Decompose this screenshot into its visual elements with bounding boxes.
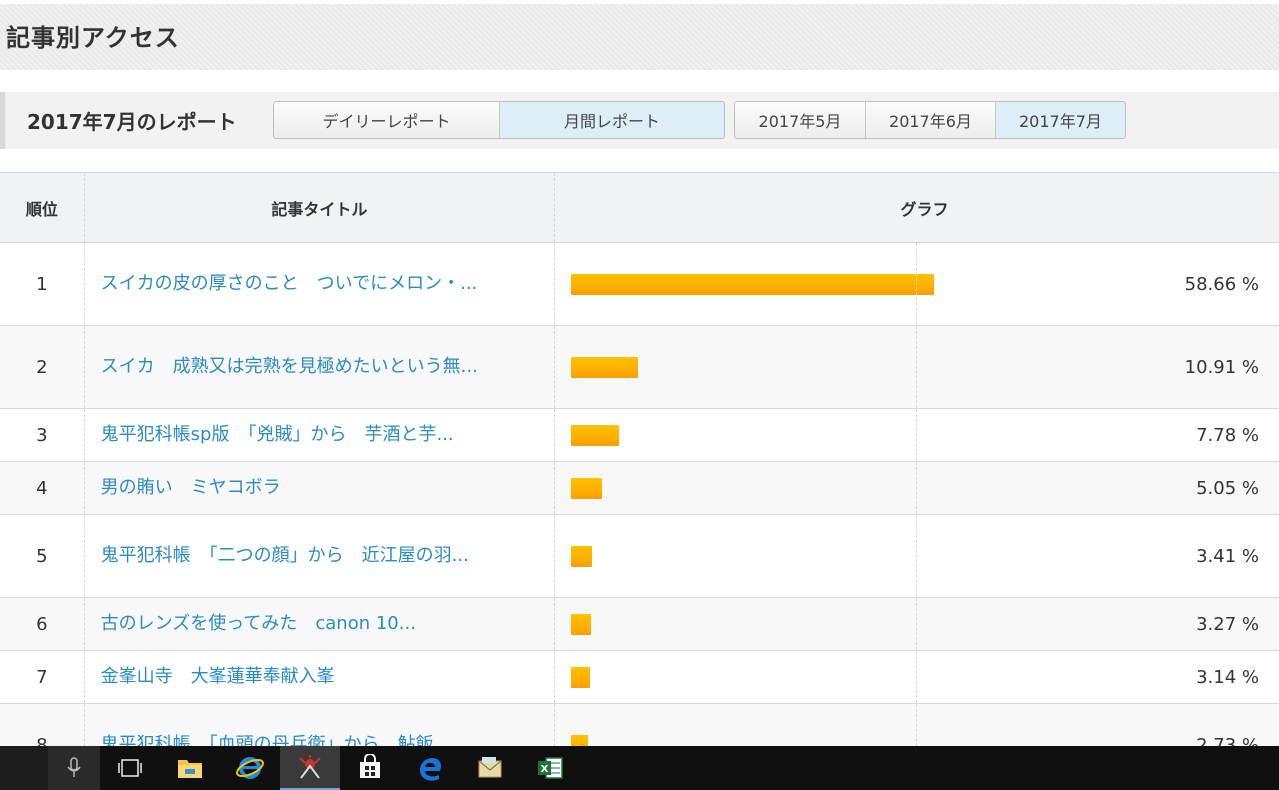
table-row: 3 鬼平犯科帳sp版 「兇賊」から 芋酒と芋... 7.78 % — [0, 408, 1279, 462]
table-row: 5 鬼平犯科帳 「二つの顔」から 近江屋の羽... 3.41 % — [0, 514, 1279, 598]
graph-cell — [553, 325, 917, 409]
table-row: 2 スイカ 成熟又は完熟を見極めたいという無... 10.91 % — [0, 325, 1279, 409]
report-title: 2017年7月のレポート — [27, 110, 237, 134]
access-bar — [571, 477, 602, 499]
percent-cell: 3.41 % — [916, 514, 1279, 598]
article-title-link[interactable]: 古のレンズを使ってみた canon 10... — [101, 609, 538, 639]
graph-cell — [553, 408, 917, 462]
start-area — [0, 746, 48, 790]
percent-cell: 10.91 % — [916, 325, 1279, 409]
title-cell: 鬼平犯科帳sp版 「兇賊」から 芋酒と芋... — [83, 408, 555, 462]
page-title: 記事別アクセス — [6, 24, 180, 52]
file-explorer-icon[interactable] — [160, 746, 220, 790]
internet-explorer-icon[interactable] — [220, 746, 280, 790]
rank-cell: 1 — [0, 242, 85, 326]
percent-cell: 5.05 % — [916, 461, 1279, 515]
percent-cell: 3.14 % — [916, 650, 1279, 704]
title-cell: スイカ 成熟又は完熟を見極めたいという無... — [83, 325, 555, 409]
table-row: 4 男の賄い ミヤコボラ 5.05 % — [0, 461, 1279, 515]
app-icon[interactable] — [280, 746, 340, 790]
svg-text:X: X — [541, 764, 549, 775]
month-button-2017-06[interactable]: 2017年6月 — [864, 102, 995, 138]
percent-cell: 58.66 % — [916, 242, 1279, 326]
month-button-2017-07[interactable]: 2017年7月 — [994, 102, 1125, 138]
monthly-report-button[interactable]: 月間レポート — [499, 102, 724, 138]
article-title-link[interactable]: 金峯山寺 大峯蓮華奉献入峯 — [101, 662, 538, 692]
table-row: 7 金峯山寺 大峯蓮華奉献入峯 3.14 % — [0, 650, 1279, 704]
table-row: 6 古のレンズを使ってみた canon 10... 3.27 % — [0, 597, 1279, 651]
title-cell: 古のレンズを使ってみた canon 10... — [83, 597, 555, 651]
access-bar — [571, 545, 592, 567]
graph-header: グラフ — [554, 172, 1279, 243]
access-bar — [571, 356, 638, 378]
title-header: 記事タイトル — [83, 172, 555, 243]
month-selector: 2017年5月 2017年6月 2017年7月 — [734, 101, 1126, 139]
access-bar — [571, 424, 619, 446]
percent-cell: 7.78 % — [916, 408, 1279, 462]
period-toggle: デイリーレポート 月間レポート — [273, 101, 725, 139]
article-title-link[interactable]: 鬼平犯科帳sp版 「兇賊」から 芋酒と芋... — [101, 420, 538, 450]
graph-cell — [553, 461, 917, 515]
store-icon[interactable] — [340, 746, 400, 790]
rank-cell: 6 — [0, 597, 85, 651]
excel-icon[interactable]: X — [520, 746, 580, 790]
access-bar — [571, 666, 590, 688]
article-title-link[interactable]: スイカの皮の厚さのこと ついでにメロン・... — [101, 269, 538, 299]
rank-cell: 3 — [0, 408, 85, 462]
rank-cell: 7 — [0, 650, 85, 704]
rank-cell: 2 — [0, 325, 85, 409]
title-cell: 金峯山寺 大峯蓮華奉献入峯 — [83, 650, 555, 704]
access-bar — [571, 613, 591, 635]
graph-cell — [553, 650, 917, 704]
rank-cell: 5 — [0, 514, 85, 598]
microphone-icon[interactable] — [48, 746, 100, 790]
access-bar — [571, 273, 934, 295]
page-header: 記事別アクセス — [0, 4, 1279, 70]
report-bar: 2017年7月のレポート デイリーレポート 月間レポート 2017年5月 201… — [0, 92, 1279, 149]
edge-icon[interactable] — [400, 746, 460, 790]
table-row: 1 スイカの皮の厚さのこと ついでにメロン・... 58.66 % — [0, 242, 1279, 326]
graph-cell — [553, 242, 934, 326]
title-cell: 男の賄い ミヤコボラ — [83, 461, 555, 515]
article-ranking-table: 順位 記事タイトル グラフ 1 スイカの皮の厚さのこと ついでにメロン・... 58… — [0, 172, 1279, 787]
article-title-link[interactable]: 男の賄い ミヤコボラ — [101, 473, 538, 503]
article-title-link[interactable]: 鬼平犯科帳 「二つの顔」から 近江屋の羽... — [101, 541, 538, 571]
graph-cell — [553, 597, 917, 651]
title-cell: 鬼平犯科帳 「二つの顔」から 近江屋の羽... — [83, 514, 555, 598]
article-title-link[interactable]: スイカ 成熟又は完熟を見極めたいという無... — [101, 352, 538, 382]
graph-cell — [553, 514, 917, 598]
task-view-icon[interactable] — [100, 746, 160, 790]
taskbar: X — [0, 746, 1279, 790]
mail-icon[interactable] — [460, 746, 520, 790]
percent-cell: 3.27 % — [916, 597, 1279, 651]
daily-report-button[interactable]: デイリーレポート — [274, 102, 499, 138]
rank-cell: 4 — [0, 461, 85, 515]
month-button-2017-05[interactable]: 2017年5月 — [735, 102, 865, 138]
rank-header: 順位 — [0, 172, 85, 243]
title-cell: スイカの皮の厚さのこと ついでにメロン・... — [83, 242, 555, 326]
